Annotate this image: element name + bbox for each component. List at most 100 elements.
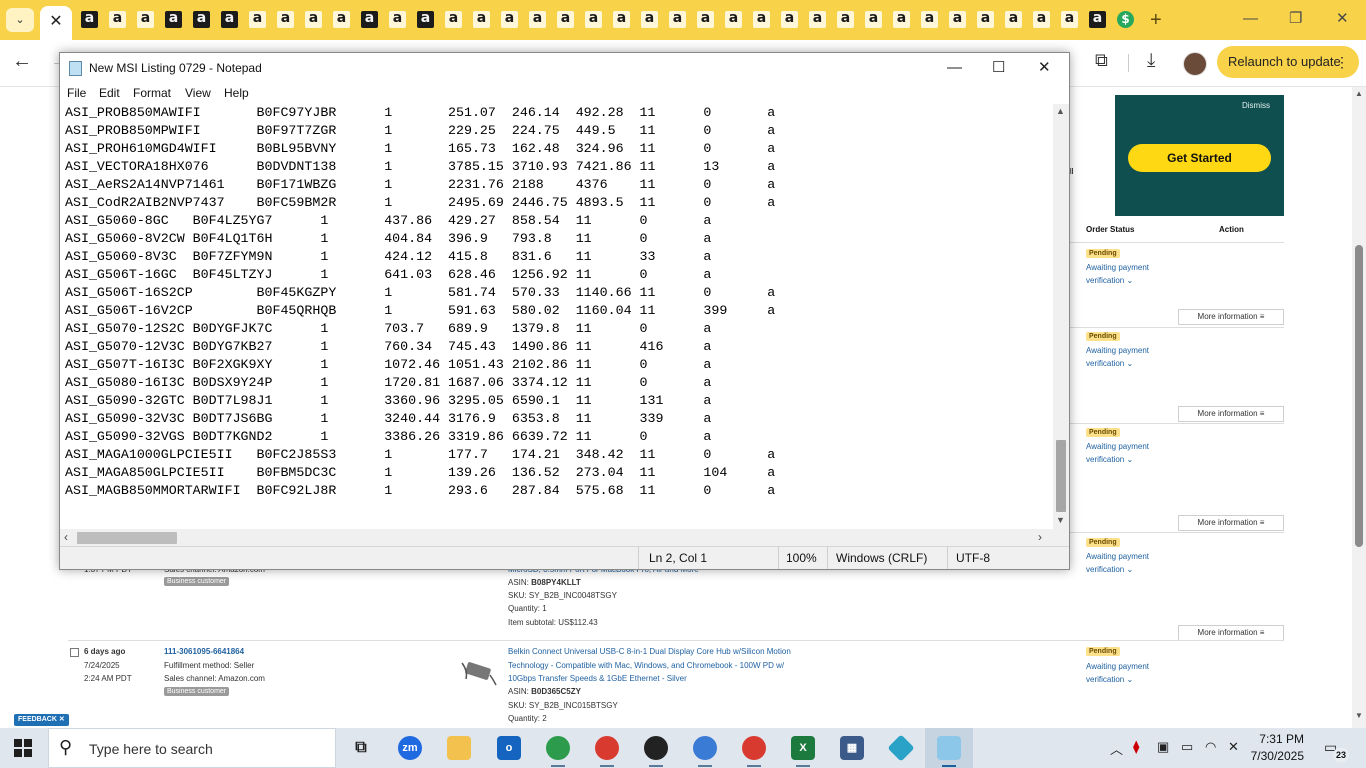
amazon-tab[interactable]: a — [193, 11, 210, 28]
zoom-icon[interactable]: zm — [398, 736, 422, 760]
scroll-left-arrow-icon[interactable]: ‹ — [64, 530, 68, 544]
amazon-tab[interactable]: a — [753, 11, 770, 28]
amazon-tab[interactable]: a — [1089, 11, 1106, 28]
amazon-tab[interactable]: a — [305, 11, 322, 28]
tab-search-menu-icon[interactable]: ⌄ — [6, 8, 34, 32]
notepad-titlebar[interactable]: New MSI Listing 0729 - Notepad — ☐ ✕ — [60, 53, 1069, 84]
amazon-tab[interactable]: a — [501, 11, 518, 28]
kodi-icon[interactable] — [887, 734, 915, 762]
close-icon[interactable]: ✕ — [1038, 57, 1051, 79]
amazon-tab[interactable]: a — [137, 11, 154, 28]
product-title-line3[interactable]: 10Gbps Transfer Speeds & 1GbE Ethernet -… — [508, 674, 687, 683]
page-scrollbar[interactable]: ▲ ▼ — [1352, 87, 1366, 728]
order-id-link[interactable]: 111-3061095-6641864 — [164, 647, 244, 656]
amazon-tab[interactable]: a — [613, 11, 630, 28]
chrome-icon[interactable] — [595, 736, 619, 760]
window-restore-icon[interactable]: ❐ — [1289, 9, 1302, 29]
window-close-icon[interactable]: ✕ — [1336, 9, 1349, 29]
back-arrow-icon[interactable]: ← — [12, 50, 32, 73]
wifi-icon[interactable]: ◠ — [1205, 739, 1216, 755]
horizontal-scrollbar-thumb[interactable] — [77, 532, 177, 544]
chrome-icon[interactable] — [644, 736, 668, 760]
battery-icon[interactable]: ▭ — [1181, 739, 1193, 755]
minimize-icon[interactable]: — — [947, 57, 962, 79]
download-icon[interactable]: ⤓ — [1147, 50, 1155, 72]
amazon-tab[interactable]: a — [1033, 11, 1050, 28]
notepad-text-area[interactable]: ASI_PROB850MAWIFI B0FC97YJBR 1 251.07 24… — [60, 104, 1053, 529]
amazon-tab[interactable]: a — [389, 11, 406, 28]
amazon-tab[interactable]: a — [809, 11, 826, 28]
volume-mute-icon[interactable]: ✕ — [1228, 739, 1239, 755]
chrome-icon[interactable] — [742, 736, 766, 760]
chrome-icon[interactable] — [546, 736, 570, 760]
vertical-scrollbar[interactable]: ▲ ▼ — [1053, 104, 1069, 529]
device-tray-icon[interactable]: ▣ — [1157, 739, 1169, 755]
amazon-tab[interactable]: a — [977, 11, 994, 28]
amazon-tab[interactable]: a — [585, 11, 602, 28]
profile-avatar[interactable] — [1183, 52, 1207, 76]
amazon-tab[interactable]: a — [529, 11, 546, 28]
file-explorer-icon[interactable] — [447, 736, 471, 760]
excel-icon[interactable]: X — [791, 736, 815, 760]
chevron-up-icon[interactable]: ︿ — [1110, 739, 1123, 758]
amazon-tab[interactable]: a — [473, 11, 490, 28]
clock-date[interactable]: 7/30/2025 — [1250, 749, 1304, 763]
menu-edit[interactable]: Edit — [99, 86, 120, 100]
order-select-checkbox[interactable] — [70, 648, 79, 657]
product-thumbnail[interactable] — [458, 657, 498, 687]
extensions-puzzle-icon[interactable]: ⧉ — [1095, 50, 1108, 71]
dollar-coin-tab-icon[interactable]: $ — [1117, 11, 1134, 28]
amazon-tab[interactable]: a — [81, 11, 98, 28]
more-information-button[interactable]: More information ≡ — [1178, 515, 1284, 531]
task-view-icon[interactable]: ⧉ — [349, 736, 373, 760]
scroll-down-arrow-icon[interactable]: ▼ — [1056, 515, 1065, 525]
amazon-tab[interactable]: a — [669, 11, 686, 28]
get-started-button[interactable]: Get Started — [1128, 144, 1271, 172]
amazon-tab[interactable]: a — [893, 11, 910, 28]
windows-start-icon[interactable] — [14, 739, 32, 757]
horizontal-scrollbar[interactable]: ‹ › — [60, 529, 1053, 546]
active-tab-close-icon[interactable]: ✕ — [40, 6, 72, 40]
more-information-button[interactable]: More information ≡ — [1178, 625, 1284, 641]
amazon-tab[interactable]: a — [949, 11, 966, 28]
menu-format[interactable]: Format — [133, 86, 171, 100]
scroll-up-arrow-icon[interactable]: ▲ — [1355, 89, 1363, 98]
amazon-tab[interactable]: a — [417, 11, 434, 28]
amazon-tab[interactable]: a — [221, 11, 238, 28]
amazon-tab[interactable]: a — [725, 11, 742, 28]
product-title-line2[interactable]: Technology - Compatible with Mac, Window… — [508, 661, 784, 670]
acrobat-tray-icon[interactable]: ⧫ — [1133, 739, 1139, 755]
maximize-icon[interactable]: ☐ — [992, 57, 1005, 79]
menu-help[interactable]: Help — [224, 86, 249, 100]
amazon-tab[interactable]: a — [445, 11, 462, 28]
more-information-button[interactable]: More information ≡ — [1178, 309, 1284, 325]
more-information-button[interactable]: More information ≡ — [1178, 406, 1284, 422]
amazon-tab[interactable]: a — [1005, 11, 1022, 28]
vertical-scrollbar-thumb[interactable] — [1056, 440, 1066, 512]
amazon-tab[interactable]: a — [557, 11, 574, 28]
amazon-tab[interactable]: a — [697, 11, 714, 28]
amazon-tab[interactable]: a — [641, 11, 658, 28]
scroll-right-arrow-icon[interactable]: › — [1038, 530, 1042, 544]
amazon-tab[interactable]: a — [837, 11, 854, 28]
amazon-tab[interactable]: a — [277, 11, 294, 28]
amazon-tab[interactable]: a — [361, 11, 378, 28]
dismiss-link[interactable]: Dismiss — [1242, 101, 1270, 110]
chrome-icon[interactable] — [693, 736, 717, 760]
taskbar-search-box[interactable]: ⚲ Type here to search — [48, 728, 336, 768]
more-menu-icon[interactable]: ⋮ — [1335, 46, 1349, 78]
scroll-up-arrow-icon[interactable]: ▲ — [1056, 106, 1065, 116]
amazon-tab[interactable]: a — [1061, 11, 1078, 28]
amazon-tab[interactable]: a — [865, 11, 882, 28]
window-minimize-icon[interactable]: — — [1243, 9, 1258, 29]
menu-view[interactable]: View — [185, 86, 211, 100]
calculator-icon[interactable]: ▦ — [840, 736, 864, 760]
notepad-icon[interactable] — [937, 736, 961, 760]
new-tab-button[interactable]: + — [1150, 8, 1162, 32]
feedback-button[interactable]: FEEDBACK ✕ — [14, 714, 69, 726]
amazon-tab[interactable]: a — [333, 11, 350, 28]
page-scrollbar-thumb[interactable] — [1355, 245, 1363, 547]
amazon-tab[interactable]: a — [921, 11, 938, 28]
product-title[interactable]: Belkin Connect Universal USB-C 8-in-1 Du… — [508, 647, 791, 656]
amazon-tab[interactable]: a — [249, 11, 266, 28]
